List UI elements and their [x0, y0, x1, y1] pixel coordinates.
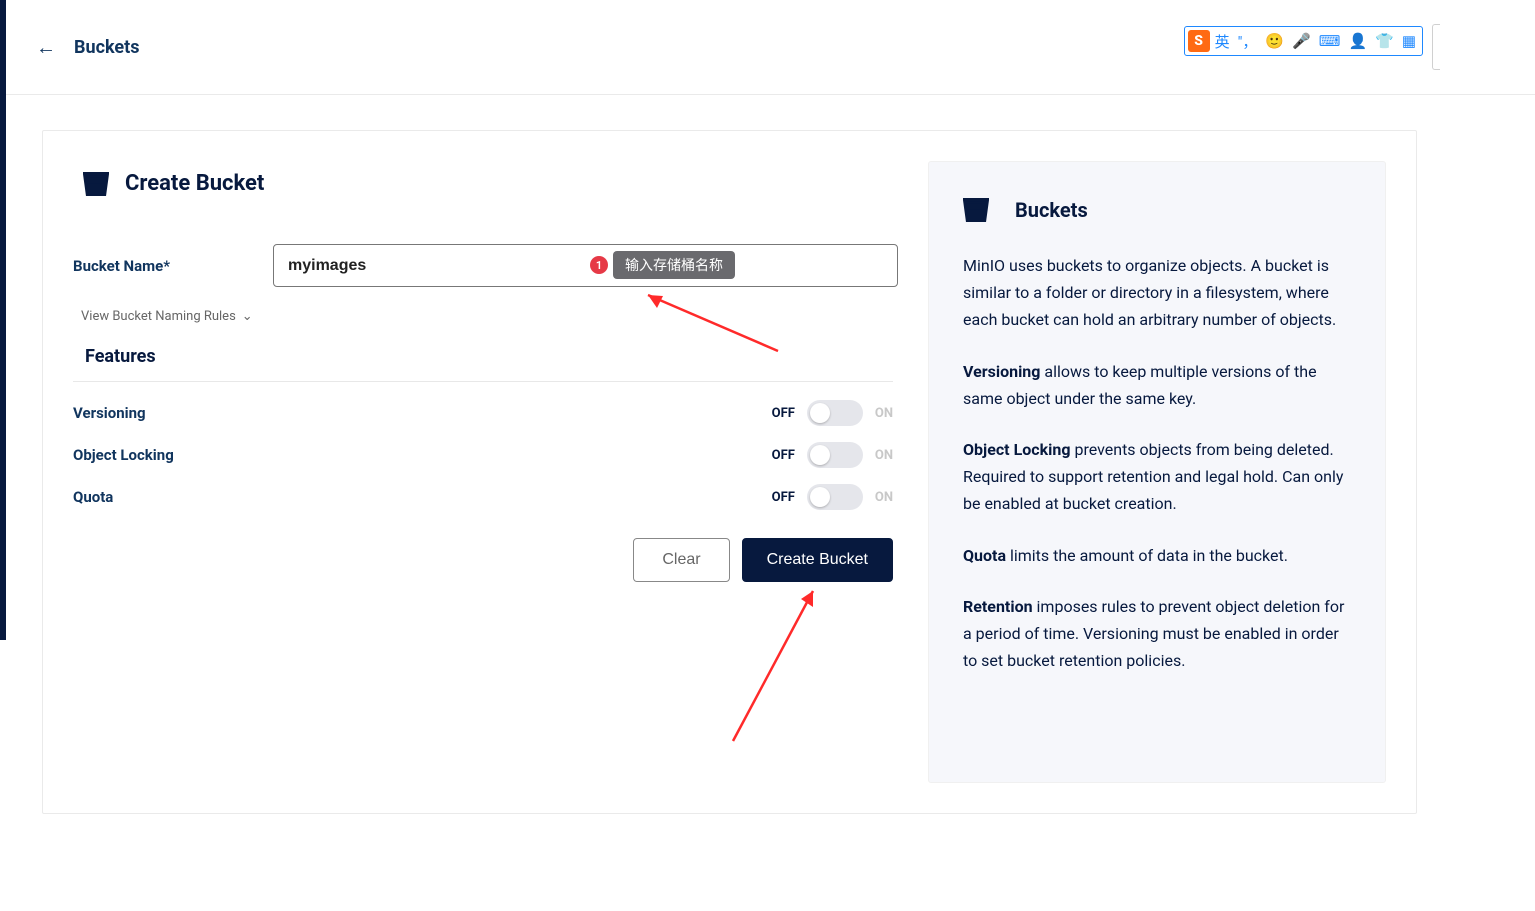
action-buttons: Clear Create Bucket	[73, 538, 893, 582]
quota-label: Quota	[73, 488, 113, 506]
ime-keyboard-icon[interactable]: ⌨	[1319, 32, 1341, 50]
ime-user-icon[interactable]: 👤	[1348, 32, 1367, 50]
bucket-icon	[963, 198, 989, 222]
versioning-toggle-group: OFF ON	[772, 400, 893, 426]
clear-button[interactable]: Clear	[633, 538, 729, 582]
off-label: OFF	[772, 448, 795, 463]
annotation-hint-1: 输入存储桶名称	[613, 251, 735, 279]
back-label: Buckets	[74, 37, 139, 58]
help-retention-term: Retention	[963, 597, 1033, 616]
back-arrow-icon: ←	[36, 37, 56, 57]
annotation-badge-1: 1	[590, 256, 608, 274]
right-edge-tab[interactable]	[1432, 24, 1440, 70]
annotation-arrow-2	[703, 571, 833, 751]
quota-toggle-group: OFF ON	[772, 484, 893, 510]
on-label: ON	[875, 406, 893, 421]
ime-emoji-icon[interactable]: 🙂	[1265, 32, 1284, 50]
panel-title: Create Bucket	[125, 171, 264, 196]
view-naming-rules-link[interactable]: View Bucket Naming Rules ⌄	[81, 309, 253, 324]
ime-toolbar: S 英 "， 🙂 🎤 ⌨ 👤 👕 ▦	[1184, 26, 1423, 56]
help-panel: Buckets MinIO uses buckets to organize o…	[928, 161, 1386, 783]
bucket-icon	[83, 172, 109, 196]
object-locking-label: Object Locking	[73, 446, 174, 464]
features-heading: Features	[85, 346, 898, 381]
help-versioning-term: Versioning	[963, 362, 1040, 381]
chevron-down-icon: ⌄	[242, 309, 253, 324]
naming-rules-text: View Bucket Naming Rules	[81, 309, 236, 324]
bucket-name-input[interactable]	[273, 244, 898, 287]
help-ol-term: Object Locking	[963, 440, 1070, 459]
help-intro: MinIO uses buckets to organize objects. …	[963, 252, 1351, 334]
on-label: ON	[875, 448, 893, 463]
panel-header: Create Bucket	[83, 171, 898, 196]
help-quota: Quota limits the amount of data in the b…	[963, 542, 1351, 569]
off-label: OFF	[772, 406, 795, 421]
create-bucket-panel: Create Bucket Bucket Name* 1 输入存储桶名称 Vie…	[43, 131, 928, 813]
ime-mode[interactable]: 英	[1215, 31, 1230, 52]
help-versioning: Versioning allows to keep multiple versi…	[963, 358, 1351, 412]
ime-punct-icon[interactable]: "，	[1238, 31, 1258, 52]
versioning-switch[interactable]	[807, 400, 863, 426]
ime-apps-icon[interactable]: ▦	[1402, 32, 1416, 50]
feature-row-object-locking: Object Locking OFF ON	[73, 434, 893, 476]
object-locking-switch[interactable]	[807, 442, 863, 468]
versioning-label: Versioning	[73, 404, 146, 422]
bucket-name-label: Bucket Name*	[73, 257, 249, 275]
bucket-name-input-wrap: 1 输入存储桶名称	[273, 244, 898, 287]
off-label: OFF	[772, 490, 795, 505]
on-label: ON	[875, 490, 893, 505]
feature-row-versioning: Versioning OFF ON	[73, 392, 893, 434]
content-area: Create Bucket Bucket Name* 1 输入存储桶名称 Vie…	[42, 130, 1417, 814]
back-to-buckets-link[interactable]: ← Buckets	[36, 37, 139, 58]
ime-mic-icon[interactable]: 🎤	[1292, 32, 1311, 50]
help-quota-text: limits the amount of data in the bucket.	[1006, 546, 1288, 565]
sidebar-strip	[0, 0, 6, 640]
quota-switch[interactable]	[807, 484, 863, 510]
bucket-name-row: Bucket Name* 1 输入存储桶名称	[73, 244, 898, 287]
help-object-locking: Object Locking prevents objects from bei…	[963, 436, 1351, 518]
object-locking-toggle-group: OFF ON	[772, 442, 893, 468]
features-divider	[73, 381, 893, 382]
help-header: Buckets	[963, 198, 1351, 222]
create-bucket-button[interactable]: Create Bucket	[742, 538, 893, 582]
ime-logo-icon: S	[1188, 30, 1210, 52]
help-retention: Retention imposes rules to prevent objec…	[963, 593, 1351, 675]
feature-row-quota: Quota OFF ON	[73, 476, 893, 518]
help-title: Buckets	[1015, 198, 1088, 222]
help-quota-term: Quota	[963, 546, 1006, 565]
ime-skin-icon[interactable]: 👕	[1375, 32, 1394, 50]
